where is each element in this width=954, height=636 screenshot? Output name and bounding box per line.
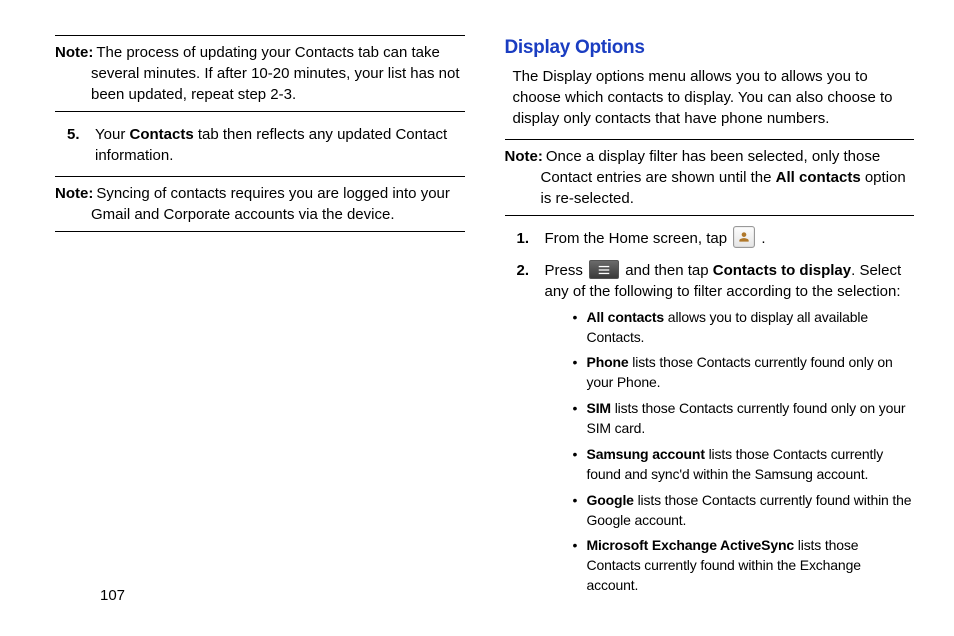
bullet-marker: • — [573, 536, 587, 596]
note-label: Note: — [505, 146, 543, 167]
step-5: 5. Your Contacts tab then reflects any u… — [67, 124, 465, 166]
intro-paragraph: The Display options menu allows you to a… — [513, 66, 915, 129]
note-text-line2: Gmail and Corporate accounts via the dev… — [55, 204, 465, 225]
note-text-line1: Once a display filter has been selected,… — [546, 146, 880, 167]
step-text: From the Home screen, tap . — [545, 228, 915, 250]
note-block-2: Note: Syncing of contacts requires you a… — [55, 176, 465, 232]
contacts-icon — [733, 226, 755, 248]
step-number: 2. — [517, 260, 545, 602]
bullet-item: • Google lists those Contacts currently … — [573, 491, 915, 531]
note-label: Note: — [55, 42, 93, 63]
left-column: Note: The process of updating your Conta… — [55, 35, 465, 612]
note-block-3: Note: Once a display filter has been sel… — [505, 139, 915, 216]
note-text-line2: several minutes. If after 10-20 minutes,… — [55, 63, 465, 105]
step-1: 1. From the Home screen, tap . — [517, 228, 915, 250]
bullet-item: • Samsung account lists those Contacts c… — [573, 445, 915, 485]
note-label: Note: — [55, 183, 93, 204]
step-number: 1. — [517, 228, 545, 250]
note-text-line1: Syncing of contacts requires you are log… — [96, 183, 450, 204]
step-2: 2. Press and then tap Contacts to displa… — [517, 260, 915, 602]
bullet-marker: • — [573, 399, 587, 439]
section-heading: Display Options — [505, 35, 915, 62]
bullet-marker: • — [573, 308, 587, 348]
bullet-item: • Microsoft Exchange ActiveSync lists th… — [573, 536, 915, 596]
note-text-line2: Contact entries are shown until the All … — [505, 167, 915, 209]
bullet-marker: • — [573, 491, 587, 531]
note-block-1: Note: The process of updating your Conta… — [55, 35, 465, 112]
menu-icon — [589, 260, 619, 279]
bullet-item: • Phone lists those Contacts currently f… — [573, 353, 915, 393]
page-number: 107 — [100, 585, 125, 606]
step-text: Your Contacts tab then reflects any upda… — [95, 124, 465, 166]
step-number: 5. — [67, 124, 95, 166]
bullet-marker: • — [573, 353, 587, 393]
note-text-line1: The process of updating your Contacts ta… — [96, 42, 440, 63]
page-content: Note: The process of updating your Conta… — [0, 0, 954, 612]
bullet-list: • All contacts allows you to display all… — [573, 308, 915, 596]
step-text: Press and then tap Contacts to display. … — [545, 260, 915, 602]
right-column: Display Options The Display options menu… — [505, 35, 915, 612]
bullet-item: • All contacts allows you to display all… — [573, 308, 915, 348]
bullet-item: • SIM lists those Contacts currently fou… — [573, 399, 915, 439]
bullet-marker: • — [573, 445, 587, 485]
